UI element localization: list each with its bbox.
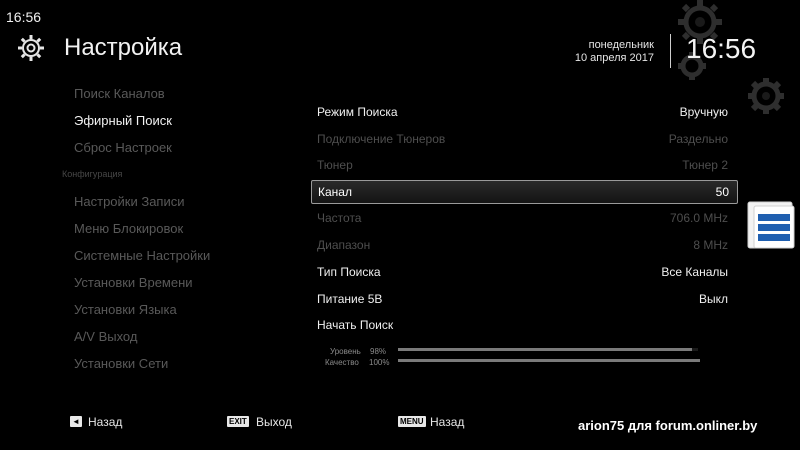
signal-level-label: Уровень bbox=[330, 347, 361, 356]
menu-item-record-settings[interactable]: Настройки Записи bbox=[74, 194, 185, 209]
setting-row-tuner: Тюнер Тюнер 2 bbox=[311, 154, 736, 176]
setting-value: Все Каналы bbox=[661, 265, 728, 279]
menu-item-av-output[interactable]: A/V Выход bbox=[74, 329, 137, 344]
header-divider bbox=[670, 34, 671, 68]
menu-section-configuration: Конфигурация bbox=[62, 169, 123, 179]
signal-quality-fill bbox=[398, 359, 700, 362]
date-display: понедельник 10 апреля 2017 bbox=[560, 39, 654, 65]
menu-key-icon: MENU bbox=[398, 416, 426, 427]
setting-label: Начать Поиск bbox=[317, 318, 394, 332]
setting-row-channel[interactable]: Канал 50 bbox=[311, 180, 738, 204]
setting-value: Вручную bbox=[679, 105, 728, 119]
setting-row-search-type[interactable]: Тип Поиска Все Каналы bbox=[311, 261, 736, 283]
setting-row-search-mode[interactable]: Режим Поиска Вручную bbox=[311, 101, 736, 123]
menu-item-factory-reset[interactable]: Сброс Настроек bbox=[74, 140, 172, 155]
menu-item-terrestrial-search[interactable]: Эфирный Поиск bbox=[74, 113, 172, 128]
page-title: Настройка bbox=[64, 34, 183, 61]
setting-row-frequency: Частота 706.0 MHz bbox=[311, 207, 736, 229]
exit-hint-label[interactable]: Выход bbox=[256, 415, 292, 429]
back-hint-label[interactable]: Назад bbox=[88, 415, 122, 429]
menu-item-time-settings[interactable]: Установки Времени bbox=[74, 275, 193, 290]
signal-quality-value: 100% bbox=[369, 358, 390, 367]
menu-item-parental-lock[interactable]: Меню Блокировок bbox=[74, 221, 183, 236]
settings-gear-icon bbox=[18, 35, 44, 61]
signal-quality-label: Качество bbox=[325, 358, 359, 367]
setting-row-antenna-power[interactable]: Питание 5В Выкл bbox=[311, 288, 736, 310]
start-search-button[interactable]: Начать Поиск bbox=[311, 314, 736, 336]
menu-item-language-settings[interactable]: Установки Языка bbox=[74, 302, 177, 317]
setting-value: Выкл bbox=[698, 292, 728, 306]
signal-level-fill bbox=[398, 348, 692, 351]
setting-value: 8 MHz bbox=[693, 238, 728, 252]
setting-label: Подключение Тюнеров bbox=[317, 132, 446, 146]
menu-back-hint-label[interactable]: Назад bbox=[430, 415, 464, 429]
menu-item-channel-search[interactable]: Поиск Каналов bbox=[74, 86, 165, 101]
exit-key-icon: EXIT bbox=[227, 416, 249, 427]
menu-item-network-settings[interactable]: Установки Сети bbox=[74, 356, 168, 371]
setting-value: Раздельно bbox=[668, 132, 728, 146]
header-clock: 16:56 bbox=[686, 33, 757, 64]
status-clock: 16:56 bbox=[6, 9, 42, 25]
setting-label: Тип Поиска bbox=[317, 265, 381, 279]
back-key-icon: ◄ bbox=[70, 416, 82, 427]
signal-level-bar bbox=[398, 348, 698, 351]
setting-value: Тюнер 2 bbox=[682, 158, 728, 172]
setting-value: 50 bbox=[715, 185, 729, 199]
menu-item-system-settings[interactable]: Системные Настройки bbox=[74, 248, 210, 263]
signal-quality-bar bbox=[398, 359, 700, 362]
setting-label: Диапазон bbox=[317, 238, 371, 252]
setting-label: Питание 5В bbox=[317, 292, 383, 306]
setting-value: 706.0 MHz bbox=[669, 211, 728, 225]
date-label: 10 апреля 2017 bbox=[574, 52, 654, 64]
setting-row-bandwidth: Диапазон 8 MHz bbox=[311, 234, 736, 256]
setting-label: Режим Поиска bbox=[317, 105, 398, 119]
weekday-label: понедельник bbox=[588, 39, 654, 51]
watermark-text: arion75 для forum.onliner.by bbox=[578, 418, 758, 433]
setting-label: Канал bbox=[318, 185, 352, 199]
list-view-icon[interactable] bbox=[746, 200, 796, 252]
setting-row-tuner-connection: Подключение Тюнеров Раздельно bbox=[311, 128, 736, 150]
setting-label: Частота bbox=[317, 211, 362, 225]
signal-level-value: 98% bbox=[370, 347, 387, 356]
setting-label: Тюнер bbox=[317, 158, 353, 172]
